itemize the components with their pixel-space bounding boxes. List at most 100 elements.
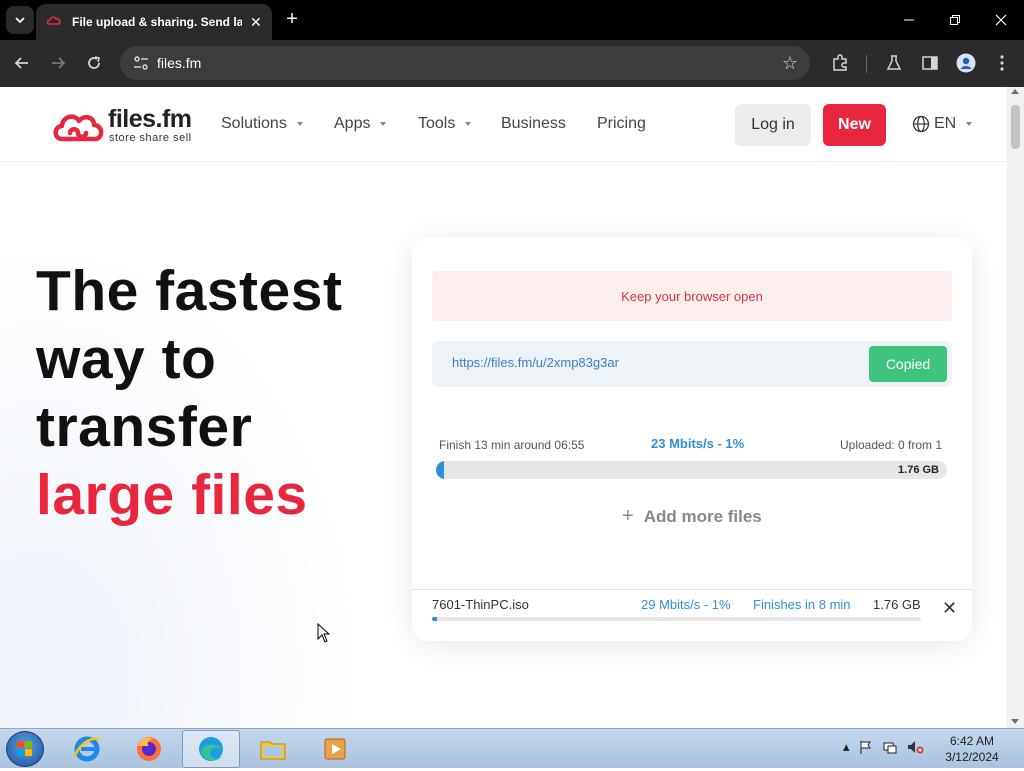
nav-pricing[interactable]: Pricing: [597, 115, 646, 133]
language-selector[interactable]: EN: [912, 115, 973, 133]
file-progress-bar: [432, 617, 921, 621]
tab-close-icon[interactable]: ✕: [250, 14, 262, 31]
profile-button[interactable]: [954, 51, 978, 75]
avatar-icon: [956, 53, 976, 73]
reload-icon: [88, 56, 100, 69]
taskbar-internet-explorer[interactable]: [58, 730, 116, 768]
labs-button[interactable]: [882, 51, 906, 75]
upload-card: Keep your browser open https://files.fm/…: [412, 237, 972, 641]
page-scrollbar[interactable]: [1007, 87, 1024, 728]
caret-down-icon: [296, 122, 303, 126]
reload-button[interactable]: [82, 51, 106, 75]
browser-toolbar: files.fm ☆: [0, 40, 1024, 87]
globe-icon: [912, 115, 930, 133]
nav-apps[interactable]: Apps: [334, 115, 387, 133]
clock-date: 3/12/2024: [945, 750, 999, 764]
hero-title-line-1: The fastest: [36, 259, 343, 323]
nav-tools[interactable]: Tools: [418, 115, 472, 133]
side-panel-button[interactable]: [918, 51, 942, 75]
kebab-menu-icon: [1000, 55, 1004, 71]
uploaded-count: Uploaded: 0 from 1: [840, 438, 943, 452]
file-size: 1.76 GB: [873, 597, 921, 612]
bookmark-star-icon[interactable]: ☆: [782, 53, 798, 74]
media-player-icon: [324, 738, 346, 760]
browser-tab-bar: File upload & sharing. Send large files …: [0, 0, 1024, 40]
close-window-button[interactable]: [978, 0, 1024, 40]
scroll-thumb[interactable]: [1011, 105, 1020, 149]
site-logo[interactable]: files.fm store share sell: [52, 105, 202, 145]
nav-solutions-label: Solutions: [221, 115, 287, 132]
back-button[interactable]: [10, 51, 34, 75]
flask-icon: [886, 55, 902, 70]
url-text[interactable]: files.fm: [157, 55, 201, 71]
scroll-up-arrow-icon[interactable]: [1011, 89, 1019, 94]
files-fm-favicon-icon: [46, 16, 61, 25]
share-link-box: https://files.fm/u/2xmp83g3ar Copied: [432, 341, 952, 387]
volume-muted-icon[interactable]: [906, 739, 924, 755]
overall-progress-bar: 1.76 GB: [436, 461, 947, 479]
firefox-icon: [137, 737, 161, 761]
overall-progress-fill: [436, 461, 444, 479]
share-link[interactable]: https://files.fm/u/2xmp83g3ar: [452, 355, 619, 370]
taskbar-clock[interactable]: 6:42 AM 3/12/2024: [935, 733, 1009, 765]
finish-estimate: Finish 13 min around 06:55: [439, 438, 585, 452]
logo-name: files.fm: [108, 105, 192, 133]
nav-solutions[interactable]: Solutions: [221, 115, 303, 133]
file-progress-fill: [432, 617, 437, 621]
browser-tab-active[interactable]: File upload & sharing. Send large files …: [36, 4, 272, 40]
toolbar-divider: [866, 55, 867, 73]
language-label: EN: [934, 115, 957, 132]
total-size: 1.76 GB: [898, 464, 939, 476]
restore-button[interactable]: [932, 0, 978, 40]
network-icon[interactable]: [882, 739, 898, 755]
logo-tagline: store share sell: [109, 132, 192, 144]
mouse-cursor-icon: [317, 623, 331, 643]
minimize-button[interactable]: [886, 0, 932, 40]
taskbar-file-explorer[interactable]: [244, 730, 302, 768]
start-button[interactable]: [6, 731, 44, 767]
close-icon: [995, 14, 1007, 26]
arrow-left-icon: [14, 57, 28, 69]
puzzle-icon: [833, 54, 847, 71]
arrow-right-icon: [52, 57, 66, 69]
minimize-icon: [904, 19, 914, 21]
extensions-button[interactable]: [828, 51, 852, 75]
address-bar[interactable]: files.fm ☆: [120, 46, 810, 80]
nav-pricing-label: Pricing: [597, 115, 646, 132]
new-button[interactable]: New: [823, 104, 886, 146]
nav-business[interactable]: Business: [501, 115, 566, 133]
plus-icon: +: [622, 505, 634, 527]
add-more-files-button[interactable]: + Add more files: [622, 505, 762, 528]
system-tray: ▴: [843, 739, 924, 755]
internet-explorer-icon: [73, 736, 100, 762]
nav-apps-label: Apps: [334, 115, 371, 132]
login-button[interactable]: Log in: [735, 104, 811, 146]
edge-icon: [199, 737, 223, 761]
caret-down-icon: [966, 122, 973, 126]
site-settings-icon[interactable]: [132, 54, 150, 72]
show-hidden-icons-icon[interactable]: ▴: [843, 739, 850, 755]
browser-menu-button[interactable]: [990, 51, 1014, 75]
add-more-files-label: Add more files: [643, 506, 762, 526]
remove-file-icon[interactable]: ✕: [942, 599, 957, 617]
action-center-flag-icon[interactable]: [858, 739, 874, 755]
web-page: files.fm store share sell Solutions Apps…: [0, 87, 1007, 728]
tab-title: File upload & sharing. Send large files: [72, 15, 242, 29]
forward-button[interactable]: [46, 51, 70, 75]
hero-title-accent: large files: [36, 463, 308, 527]
nav-business-label: Business: [501, 115, 566, 132]
caret-down-icon: [465, 122, 472, 126]
new-tab-button[interactable]: +: [280, 8, 304, 32]
taskbar-firefox[interactable]: [120, 730, 178, 768]
scroll-down-arrow-icon[interactable]: [1011, 719, 1019, 724]
site-header: files.fm store share sell Solutions Apps…: [0, 87, 1007, 162]
restore-icon: [950, 15, 960, 25]
taskbar-media-player[interactable]: [306, 730, 364, 768]
taskbar-edge-active[interactable]: [182, 730, 240, 768]
upload-speed: 23 Mbits/s - 1%: [651, 436, 745, 451]
copy-link-button[interactable]: Copied: [869, 346, 947, 382]
clock-time: 6:42 AM: [949, 734, 995, 748]
hero-title-line-3: transfer: [36, 395, 253, 459]
file-finish-time: Finishes in 8 min: [753, 597, 851, 612]
tab-search-button[interactable]: [6, 6, 34, 34]
